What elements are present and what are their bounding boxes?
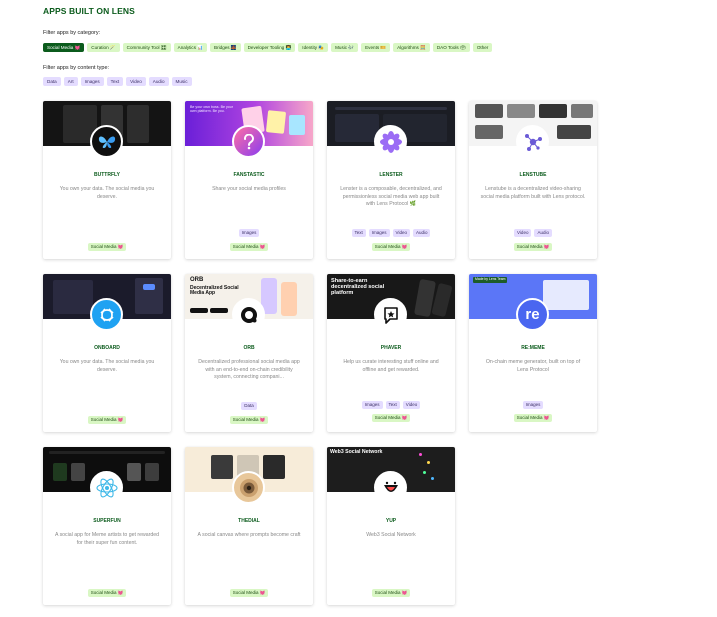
content-tag: Video — [402, 401, 421, 409]
content-chip-data[interactable]: Data — [43, 77, 61, 86]
category-chip-developer-tooling[interactable]: Developer Tooling 👨‍💻 — [243, 43, 296, 52]
content-chip-images[interactable]: Images — [80, 77, 104, 86]
content-chip-audio[interactable]: Audio — [148, 77, 169, 86]
app-title: YUP — [385, 518, 397, 524]
flower-icon — [374, 125, 407, 158]
app-description: You own your data. The social media you … — [59, 359, 155, 373]
app-title: ORB — [243, 345, 255, 351]
app-description: You own your data. The social media you … — [59, 186, 155, 200]
app-description: Lenstube is a decentralized video-sharin… — [480, 186, 586, 200]
category-tag: Social Media 💓 — [229, 243, 269, 251]
reme-icon: re — [516, 298, 549, 331]
category-tag: Social Media 💓 — [87, 243, 127, 251]
category-chip-identity[interactable]: Identity 🎭 — [298, 43, 329, 52]
content-tag: Images — [238, 229, 260, 237]
content-filter-row: Data Art Images Text Video Audio Music — [43, 77, 192, 86]
phaver-icon — [374, 298, 407, 331]
category-tag: Social Media 💓 — [229, 589, 269, 597]
category-filter-row: Social Media 💓 Curation 🪄 Community Tool… — [43, 43, 493, 52]
butterfly-icon — [90, 125, 123, 158]
app-title: BUTTRFLY — [94, 172, 120, 178]
app-title: ONBOARD — [94, 345, 120, 351]
content-tag: Text — [351, 229, 366, 237]
app-description: A social canvas where prompts become cra… — [197, 532, 301, 538]
app-title: PHAVER — [380, 345, 402, 351]
app-description: Share your social media profiles — [212, 186, 286, 192]
app-card-yup[interactable]: Web3 Social Network YUP Web3 Social Netw… — [327, 447, 455, 605]
content-filter-caption: Filter apps by content type: — [43, 65, 110, 71]
category-tag: Social Media 💓 — [87, 416, 127, 424]
app-description: Decentralized professional social media … — [198, 359, 300, 381]
app-card-lenstube[interactable]: LENSTUBE Lenstube is a decentralized vid… — [469, 101, 597, 259]
banner-text: Be your own boss. Be your own platform. … — [190, 105, 233, 113]
content-tag: Images — [368, 229, 390, 237]
dial-icon — [232, 471, 265, 504]
app-card-lenster[interactable]: LENSTER Lenster is a composable, decentr… — [327, 101, 455, 259]
category-chip-curation[interactable]: Curation 🪄 — [87, 43, 120, 52]
yup-icon — [374, 471, 407, 504]
content-chip-art[interactable]: Art — [63, 77, 78, 86]
category-chip-bridges[interactable]: Bridges 🌉 — [210, 43, 241, 52]
category-tag: Social Media 💓 — [87, 589, 127, 597]
app-description: Help us curate interesting stuff online … — [343, 359, 439, 373]
category-chip-analytics[interactable]: Analytics 📊 — [173, 43, 208, 52]
content-tag: Text — [385, 401, 400, 409]
app-card-buttrfly[interactable]: BUTTRFLY You own your data. The social m… — [43, 101, 171, 259]
category-chip-social-media[interactable]: Social Media 💓 — [43, 43, 85, 52]
banner-brand: ORB — [190, 277, 204, 283]
content-tag: Images — [361, 401, 383, 409]
app-card-onboard[interactable]: ONBOARD You own your data. The social me… — [43, 274, 171, 432]
category-chip-algorithms[interactable]: Algorithms 🧮 — [393, 43, 430, 52]
app-description: On-chain meme generator, built on top of… — [485, 359, 581, 373]
category-tag: Social Media 💓 — [371, 243, 411, 251]
content-tag: Video — [392, 229, 410, 237]
app-card-reme[interactable]: Made by Lens Team re RE:MEME On-chain me… — [469, 274, 597, 432]
banner-text: Web3 Social Network — [330, 449, 383, 455]
content-tag: Video — [514, 229, 532, 237]
react-atom-icon — [90, 471, 123, 504]
app-title: FANSTASTIC — [233, 172, 265, 178]
app-card-superfun[interactable]: SUPERFUN A social app for Meme artists t… — [43, 447, 171, 605]
category-tag: Social Media 💓 — [371, 414, 411, 422]
category-tag: Social Media 💓 — [513, 414, 553, 422]
app-grid: BUTTRFLY You own your data. The social m… — [43, 101, 597, 605]
app-card-fanstastic[interactable]: Be your own boss. Be your own platform. … — [185, 101, 313, 259]
banner-badge: Made by Lens Team — [473, 277, 508, 283]
app-card-thedial[interactable]: THEDIAL A social canvas where prompts be… — [185, 447, 313, 605]
app-card-phaver[interactable]: Share-to-earn decentralized social platf… — [327, 274, 455, 432]
category-chip-dao-tools[interactable]: DAO Tools 🗳 — [432, 43, 470, 52]
category-filter-caption: Filter apps by category: — [43, 30, 101, 36]
banner-text: Share-to-earn decentralized social platf… — [331, 278, 385, 296]
onboard-icon — [90, 298, 123, 331]
category-tag: Social Media 💓 — [513, 243, 553, 251]
content-chip-music[interactable]: Music — [171, 77, 192, 86]
page-title: APPS BUILT ON LENS — [43, 6, 135, 16]
app-title: LENSTUBE — [519, 172, 547, 178]
app-description: A social app for Meme artists to get rew… — [54, 532, 160, 546]
content-chip-video[interactable]: Video — [126, 77, 146, 86]
content-tag: Audio — [534, 229, 552, 237]
app-title: SUPERFUN — [93, 518, 121, 524]
content-chip-text[interactable]: Text — [106, 77, 124, 86]
fanstastic-icon — [232, 125, 265, 158]
app-card-orb[interactable]: ORB Decentralized Social Media App ORB D… — [185, 274, 313, 432]
category-chip-other[interactable]: Other — [472, 43, 493, 52]
app-title: THEDIAL — [238, 518, 260, 524]
content-tag: Data — [241, 402, 257, 410]
lenstube-icon — [516, 125, 549, 158]
orb-icon — [232, 298, 265, 331]
category-chip-events[interactable]: Events 🎫 — [361, 43, 391, 52]
app-description: Lenster is a composable, decentralized, … — [340, 186, 442, 208]
content-tag: Audio — [412, 229, 431, 237]
category-chip-music[interactable]: Music 🎶 — [331, 43, 359, 52]
app-title: LENSTER — [379, 172, 403, 178]
app-description: Web3 Social Network — [366, 532, 416, 538]
app-title: RE:MEME — [521, 345, 545, 351]
banner-text: Decentralized Social Media App — [190, 285, 239, 297]
category-chip-community-tool[interactable]: Community Tool 🎛 — [122, 43, 171, 52]
content-tag: Images — [522, 401, 544, 409]
category-tag: Social Media 💓 — [371, 589, 411, 597]
category-tag: Social Media 💓 — [229, 416, 269, 424]
